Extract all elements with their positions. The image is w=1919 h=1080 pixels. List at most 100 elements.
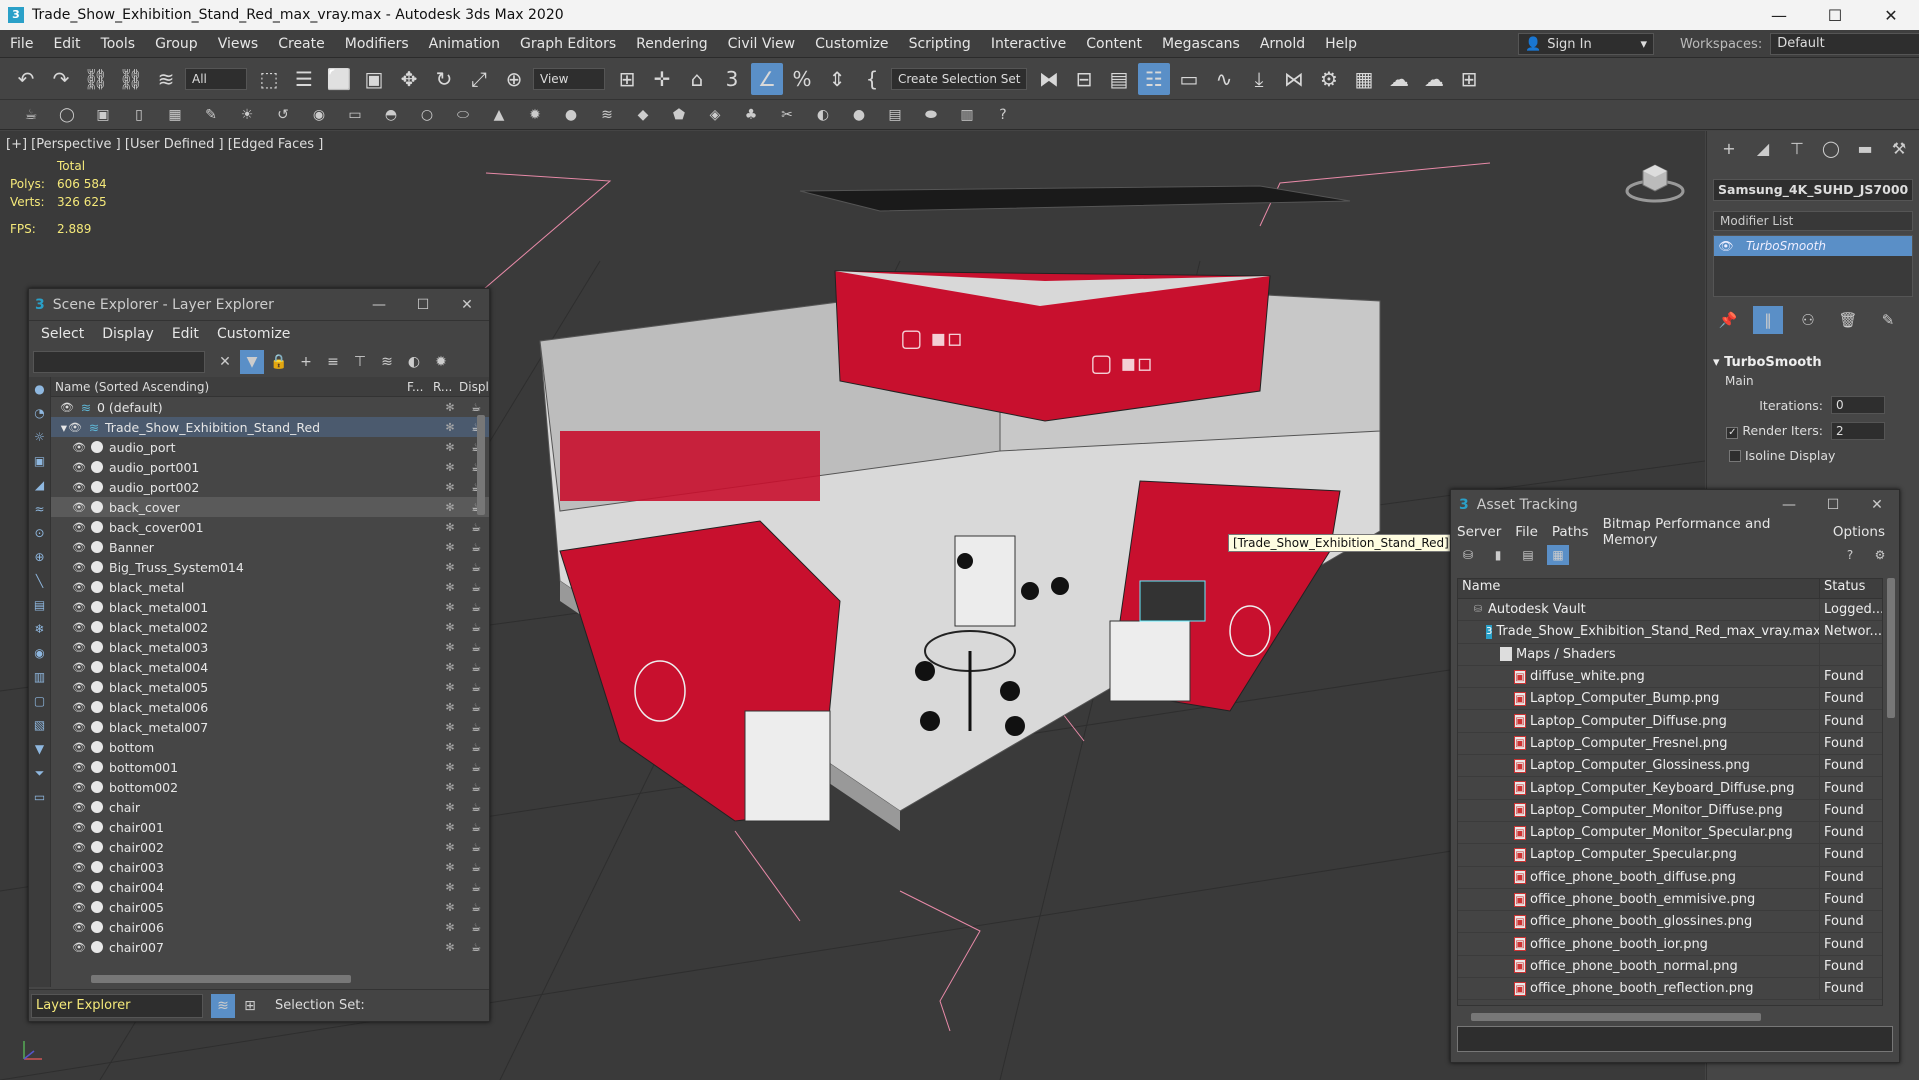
toggle-ribbon-icon[interactable]: ▭ <box>1173 63 1205 95</box>
freeze-icon[interactable]: ✻ <box>437 861 463 874</box>
visibility-eye-icon[interactable]: 👁 <box>71 461 87 474</box>
select-all-icon[interactable]: ▥ <box>29 665 50 689</box>
renderable-teapot-icon[interactable]: ☕ <box>463 781 489 794</box>
modifier-stack-item[interactable]: 👁 TurboSmooth <box>1714 236 1912 256</box>
folder-icon[interactable]: ▭ <box>29 785 50 809</box>
menu-group[interactable]: Group <box>145 36 208 52</box>
object-row[interactable]: 👁 chair004 ✻ ☕ <box>51 877 489 897</box>
rectangular-selection-icon[interactable]: ⬜ <box>323 63 355 95</box>
freeze-icon[interactable]: ✻ <box>437 881 463 894</box>
freeze-icon[interactable]: ✻ <box>437 621 463 634</box>
workspaces-select[interactable]: Default <box>1770 33 1919 55</box>
visibility-eye-icon[interactable]: 👁 <box>67 421 83 434</box>
maximize-button[interactable]: ☐ <box>1807 6 1863 25</box>
rotate-object-icon[interactable]: ↺ <box>268 103 298 127</box>
ambient-light-icon[interactable]: ● <box>556 103 586 127</box>
edit-named-selection-icon[interactable]: { <box>856 63 888 95</box>
schematic-view-icon[interactable]: ⤓ <box>1243 63 1275 95</box>
layer-mode-icon[interactable]: ≋ <box>211 993 235 1018</box>
object-row[interactable]: 👁 black_metal005 ✻ ☕ <box>51 677 489 697</box>
object-row[interactable]: 👁 black_metal001 ✻ ☕ <box>51 597 489 617</box>
object-row[interactable]: 👁 chair002 ✻ ☕ <box>51 837 489 857</box>
freeze-icon[interactable]: ✻ <box>437 521 463 534</box>
asset-row[interactable]: ▣ Laptop_Computer_Diffuse.png Found <box>1458 710 1882 733</box>
percent-snap-icon[interactable]: % <box>786 63 818 95</box>
visibility-eye-icon[interactable]: 👁 <box>71 781 87 794</box>
vray-toolbar-icon[interactable]: ⊞ <box>1453 63 1485 95</box>
renderable-teapot-icon[interactable]: ☕ <box>463 721 489 734</box>
render-iters-checkbox[interactable]: ✓ <box>1726 427 1739 439</box>
freeze-icon[interactable]: ✻ <box>437 501 463 514</box>
asset-row[interactable]: ▣ Laptop_Computer_Specular.png Found <box>1458 844 1882 867</box>
renderable-teapot-icon[interactable]: ☕ <box>463 641 489 654</box>
grid-icon[interactable]: ▦ <box>160 103 190 127</box>
eye-icon[interactable]: 👁 <box>1714 239 1738 253</box>
object-row[interactable]: 👁 chair ✻ ☕ <box>51 797 489 817</box>
hierarchy-tab-icon[interactable]: ⊤ <box>1783 135 1811 163</box>
sun-icon[interactable]: ✹ <box>429 350 453 374</box>
asset-row[interactable]: ▣ Laptop_Computer_Monitor_Diffuse.png Foun… <box>1458 799 1882 822</box>
rendered-frame-icon[interactable]: ▦ <box>1348 63 1380 95</box>
asset-menu-bitmap-performance-and-memory[interactable]: Bitmap Performance and Memory <box>1603 516 1819 548</box>
list-view-icon[interactable]: ▤ <box>1517 545 1539 565</box>
sign-in-dropdown[interactable]: 👤 Sign In ▾ <box>1518 33 1654 55</box>
teapot-icon[interactable]: ☕ <box>16 103 46 127</box>
vertical-scrollbar[interactable] <box>1887 578 1895 718</box>
visibility-eye-icon[interactable]: 👁 <box>59 401 75 414</box>
renderable-teapot-icon[interactable]: ☕ <box>463 761 489 774</box>
visibility-eye-icon[interactable]: 👁 <box>71 761 87 774</box>
menu-modifiers[interactable]: Modifiers <box>335 36 419 52</box>
keyboard-shortcut-icon[interactable]: ⌂ <box>681 63 713 95</box>
visibility-eye-icon[interactable]: 👁 <box>71 801 87 814</box>
object-row[interactable]: 👁 chair006 ✻ ☕ <box>51 917 489 937</box>
menu-animation[interactable]: Animation <box>419 36 510 52</box>
dome-light-icon[interactable]: ◓ <box>376 103 406 127</box>
minimize-button[interactable]: — <box>357 297 401 313</box>
ies-light-icon[interactable]: ▲ <box>484 103 514 127</box>
asset-row[interactable]: ▣ office_phone_booth_reflection.png Found <box>1458 978 1882 1001</box>
filter-xrefs-icon[interactable]: ⊕ <box>29 545 50 569</box>
decal-icon[interactable]: ✂ <box>772 103 802 127</box>
visibility-eye-icon[interactable]: 👁 <box>71 521 87 534</box>
object-row[interactable]: 👁 black_metal002 ✻ ☕ <box>51 617 489 637</box>
sphere-light-icon[interactable]: ○ <box>412 103 442 127</box>
plane-light-icon[interactable]: ▭ <box>340 103 370 127</box>
renderable-teapot-icon[interactable]: ☕ <box>463 501 489 514</box>
frame-buffer-icon[interactable]: ⬬ <box>916 103 946 127</box>
renderable-teapot-icon[interactable]: ☕ <box>463 581 489 594</box>
freeze-icon[interactable]: ✻ <box>437 421 463 434</box>
filter-hidden-icon[interactable]: ◉ <box>29 641 50 665</box>
menu-file[interactable]: File <box>0 36 43 52</box>
renderable-teapot-icon[interactable]: ☕ <box>463 681 489 694</box>
filter-lights-icon[interactable]: ☼ <box>29 425 50 449</box>
make-unique-icon[interactable]: ⚇ <box>1793 306 1823 334</box>
freeze-icon[interactable]: ✻ <box>437 601 463 614</box>
viewcube-icon[interactable] <box>1625 161 1685 205</box>
unlink-icon[interactable]: ⛓ <box>115 63 147 95</box>
asset-menu-paths[interactable]: Paths <box>1552 524 1589 540</box>
snaps-toggle-icon[interactable]: 3 <box>716 63 748 95</box>
brush-icon[interactable]: ✎ <box>196 103 226 127</box>
visibility-eye-icon[interactable]: 👁 <box>71 621 87 634</box>
object-row[interactable]: 👁 audio_port ✻ ☕ <box>51 437 489 457</box>
sun-light-icon[interactable]: ☀ <box>232 103 262 127</box>
toggle-visibility-icon[interactable]: ◐ <box>402 350 426 374</box>
menu-help[interactable]: Help <box>1315 36 1367 52</box>
freeze-icon[interactable]: ✻ <box>437 801 463 814</box>
modify-tab-icon[interactable]: ◢ <box>1749 135 1777 163</box>
renderable-teapot-icon[interactable]: ☕ <box>463 821 489 834</box>
spinner-snap-icon[interactable]: ⇕ <box>821 63 853 95</box>
object-row[interactable]: 👁 bottom001 ✻ ☕ <box>51 757 489 777</box>
object-row[interactable]: 👁 chair003 ✻ ☕ <box>51 857 489 877</box>
volume-icon[interactable]: ◈ <box>700 103 730 127</box>
object-row[interactable]: 👁 black_metal003 ✻ ☕ <box>51 637 489 657</box>
filter-geometry-icon[interactable]: ● <box>29 377 50 401</box>
link-icon[interactable]: ⛓ <box>80 63 112 95</box>
freeze-icon[interactable]: ✻ <box>437 681 463 694</box>
menu-rendering[interactable]: Rendering <box>626 36 718 52</box>
freeze-icon[interactable]: ✻ <box>437 641 463 654</box>
move-icon[interactable]: ✥ <box>393 63 425 95</box>
expand-toggle-icon[interactable]: ▾ <box>51 420 67 435</box>
horizontal-scrollbar[interactable] <box>91 975 351 983</box>
renderable-teapot-icon[interactable]: ☕ <box>463 481 489 494</box>
